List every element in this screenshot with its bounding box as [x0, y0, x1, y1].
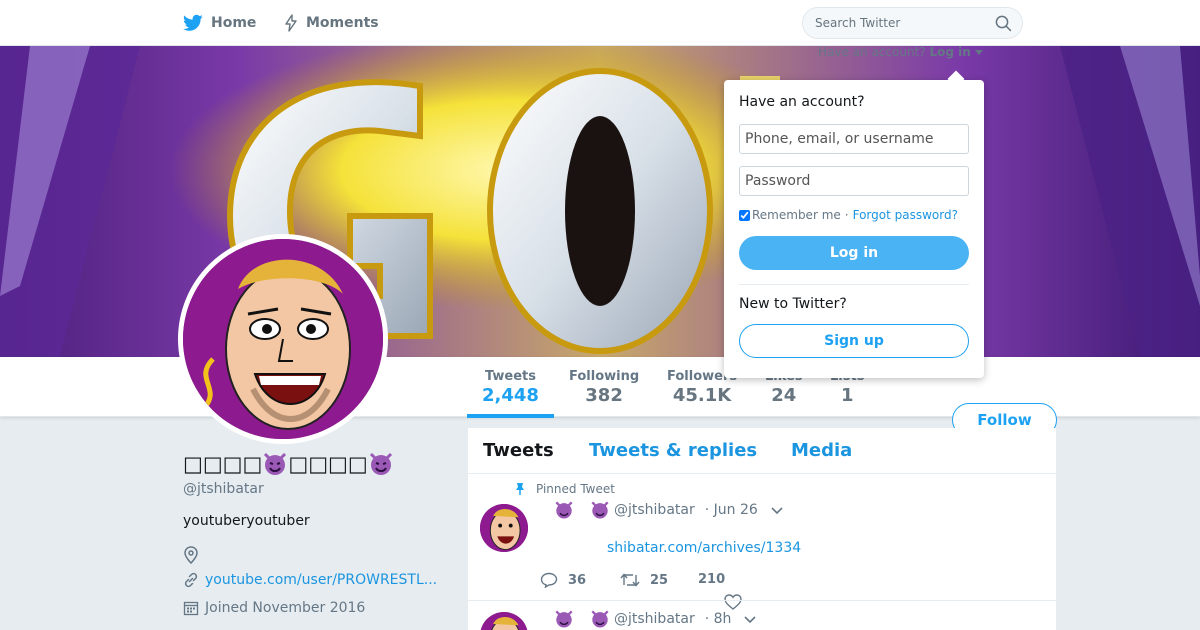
- timeline: Tweets Tweets & replies Media Pinned Twe…: [468, 428, 1056, 630]
- pinned-text: Pinned Tweet: [536, 482, 615, 496]
- link-icon: [184, 572, 198, 588]
- remember-me-row: Remember me · Forgot password?: [739, 208, 958, 222]
- stat-following[interactable]: Following 382: [569, 369, 639, 406]
- retweet-count: 25: [650, 572, 669, 588]
- chevron-down-icon[interactable]: [770, 505, 784, 515]
- profile-joined-date: Joined November 2016: [183, 600, 365, 616]
- pin-icon: [516, 483, 524, 495]
- twitter-bird-icon: [183, 14, 203, 31]
- username-input[interactable]: [739, 124, 969, 154]
- heart-icon: [724, 594, 742, 610]
- tweet-handle[interactable]: @jtshibatar: [614, 502, 695, 518]
- banner-image: GO: [0, 46, 1200, 357]
- tweet-handle[interactable]: @jtshibatar: [614, 611, 695, 627]
- password-input[interactable]: [739, 166, 969, 196]
- nav-moments-label: Moments: [306, 15, 379, 31]
- stat-value: 24: [771, 385, 797, 406]
- avatar-face-image: [480, 504, 528, 552]
- login-button[interactable]: Log in: [739, 236, 969, 270]
- active-tab-indicator: [467, 414, 554, 418]
- lightning-bolt-icon: [285, 14, 297, 32]
- nav-moments[interactable]: Moments: [284, 0, 379, 46]
- smiling-devil-icon: [264, 452, 287, 475]
- display-name-text: □□□□: [288, 452, 368, 476]
- stat-label: Tweets: [484, 369, 536, 384]
- location-pin-icon: [184, 546, 198, 564]
- tab-tweets[interactable]: Tweets: [483, 440, 554, 461]
- nav-home[interactable]: Home: [183, 0, 256, 46]
- tab-media[interactable]: Media: [791, 440, 852, 461]
- new-to-twitter-label: New to Twitter?: [739, 296, 847, 312]
- tweet-time[interactable]: · Jun 26: [705, 502, 758, 518]
- reply-icon: [540, 572, 558, 588]
- login-panel-title: Have an account?: [739, 94, 865, 110]
- reply-count: 36: [568, 572, 587, 588]
- profile-bio: youtuberyoutuber: [183, 513, 310, 529]
- remember-me-label[interactable]: Remember me: [752, 208, 841, 222]
- profile-banner: GO: [0, 46, 1200, 357]
- login-dropdown-panel: Have an account? Remember me · Forgot pa…: [724, 80, 984, 378]
- search-box: [802, 7, 1023, 39]
- signup-button[interactable]: Sign up: [739, 324, 969, 358]
- search-input[interactable]: [815, 14, 985, 32]
- tweet-link[interactable]: shibatar.com/archives/1334: [607, 540, 801, 556]
- login-dropdown-trigger[interactable]: Have an account? Log in: [818, 45, 983, 59]
- tweet-author-avatar[interactable]: [480, 504, 528, 552]
- profile-website[interactable]: youtube.com/user/PROWRESTL...: [183, 572, 437, 588]
- stat-value: 1: [840, 385, 854, 406]
- search-icon[interactable]: [995, 15, 1012, 32]
- caret-down-icon: [974, 50, 983, 55]
- chevron-down-icon[interactable]: [743, 614, 757, 624]
- smiling-devil-icon: [555, 501, 573, 519]
- stat-tweets[interactable]: Tweets 2,448: [482, 369, 539, 406]
- retweet-icon: [620, 573, 640, 587]
- avatar-face-image: [480, 612, 528, 630]
- tweet-divider: [468, 600, 1056, 601]
- stat-value: 382: [585, 385, 623, 406]
- timeline-tabs: Tweets Tweets & replies Media: [468, 428, 1056, 474]
- profile-display-name: □□□□ □□□□: [183, 451, 394, 477]
- profile-location: [183, 546, 205, 564]
- like-count: 210: [698, 572, 726, 587]
- nav-home-label: Home: [211, 15, 257, 31]
- avatar-face-image: [183, 239, 383, 439]
- smiling-devil-icon: [591, 610, 609, 628]
- reply-button[interactable]: 36: [540, 572, 586, 588]
- divider: [739, 284, 969, 285]
- smiling-devil-icon: [591, 501, 609, 519]
- tweet-header: @jtshibatar · 8h: [554, 609, 757, 629]
- remember-me-checkbox[interactable]: [739, 209, 750, 221]
- tab-tweets-and-replies[interactable]: Tweets & replies: [589, 440, 757, 461]
- calendar-icon: [183, 601, 199, 616]
- stat-value: 45.1K: [672, 385, 732, 406]
- smiling-devil-icon: [555, 610, 573, 628]
- profile-handle[interactable]: @jtshibatar: [183, 481, 264, 497]
- login-trigger-label[interactable]: Log in: [929, 45, 970, 59]
- smiling-devil-icon: [369, 452, 392, 475]
- joined-text: Joined November 2016: [205, 600, 366, 616]
- top-navigation-bar: Home Moments: [0, 0, 1200, 46]
- login-prompt: Have an account?: [818, 45, 926, 59]
- like-button[interactable]: 210: [698, 572, 742, 610]
- forgot-password-link[interactable]: Forgot password?: [853, 208, 958, 222]
- tweet-author-avatar[interactable]: [480, 612, 528, 630]
- stat-value: 2,448: [482, 385, 539, 406]
- retweet-button[interactable]: 25: [620, 572, 668, 588]
- profile-website-link[interactable]: youtube.com/user/PROWRESTL...: [205, 572, 437, 588]
- tweet-time[interactable]: · 8h: [705, 611, 732, 627]
- stat-label: Following: [569, 369, 640, 384]
- profile-avatar[interactable]: [178, 234, 388, 444]
- pinned-tweet-label: Pinned Tweet: [514, 482, 615, 496]
- separator-dot: ·: [844, 208, 849, 222]
- display-name-text: □□□□: [183, 452, 263, 476]
- tweet-header: @jtshibatar · Jun 26: [554, 500, 784, 520]
